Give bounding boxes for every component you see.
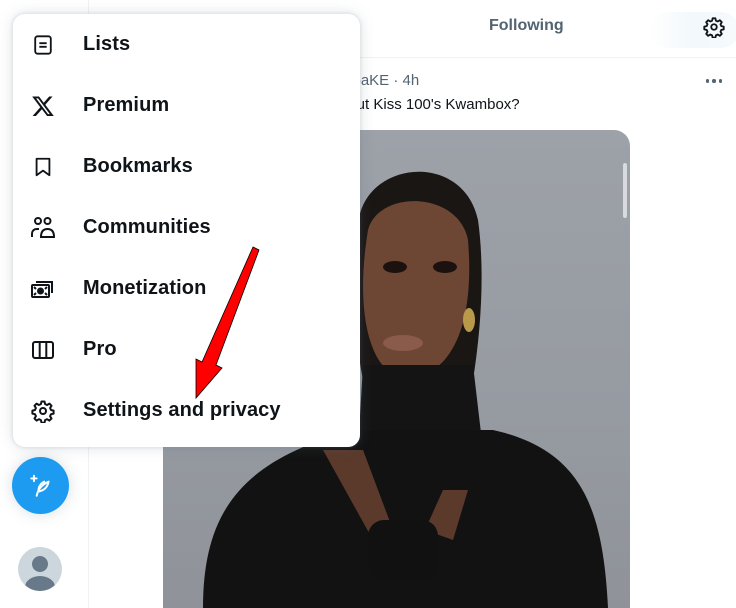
gear-icon [30,398,56,424]
compose-feather-icon [29,474,50,497]
post-text: bout Kiss 100's Kwambox? [340,96,520,113]
compose-post-button[interactable] [12,457,69,514]
menu-item-label: Pro [83,338,117,360]
more-menu-dropdown: Lists Premium Bookmarks Communities Mone… [13,14,360,447]
list-icon [30,32,56,58]
more-options-button[interactable] [700,72,728,90]
avatar[interactable] [18,547,62,591]
media-scrollbar[interactable] [623,163,627,218]
more-dot [705,79,710,83]
default-avatar-icon [25,556,55,591]
communities-icon [30,215,56,241]
columns-icon [30,337,56,363]
tab-following[interactable]: Following [489,17,564,35]
menu-item-premium[interactable]: Premium [13,75,360,136]
menu-item-label: Settings and privacy [83,399,281,421]
more-dot [712,79,716,83]
x-logo-icon [30,93,56,119]
gear-icon[interactable] [703,16,725,38]
menu-item-label: Monetization [83,277,207,299]
money-icon [30,276,56,302]
menu-item-lists[interactable]: Lists [13,14,360,75]
menu-item-pro[interactable]: Pro [13,319,360,380]
menu-item-bookmarks[interactable]: Bookmarks [13,136,360,197]
menu-item-label: Bookmarks [83,155,193,177]
menu-item-label: Premium [83,94,170,116]
menu-item-communities[interactable]: Communities [13,197,360,258]
menu-item-label: Lists [83,33,131,55]
menu-item-settings-and-privacy[interactable]: Settings and privacy [13,380,360,441]
menu-item-label: Communities [83,216,211,238]
menu-item-monetization[interactable]: Monetization [13,258,360,319]
bookmark-icon [30,154,56,180]
more-dot [718,79,723,83]
